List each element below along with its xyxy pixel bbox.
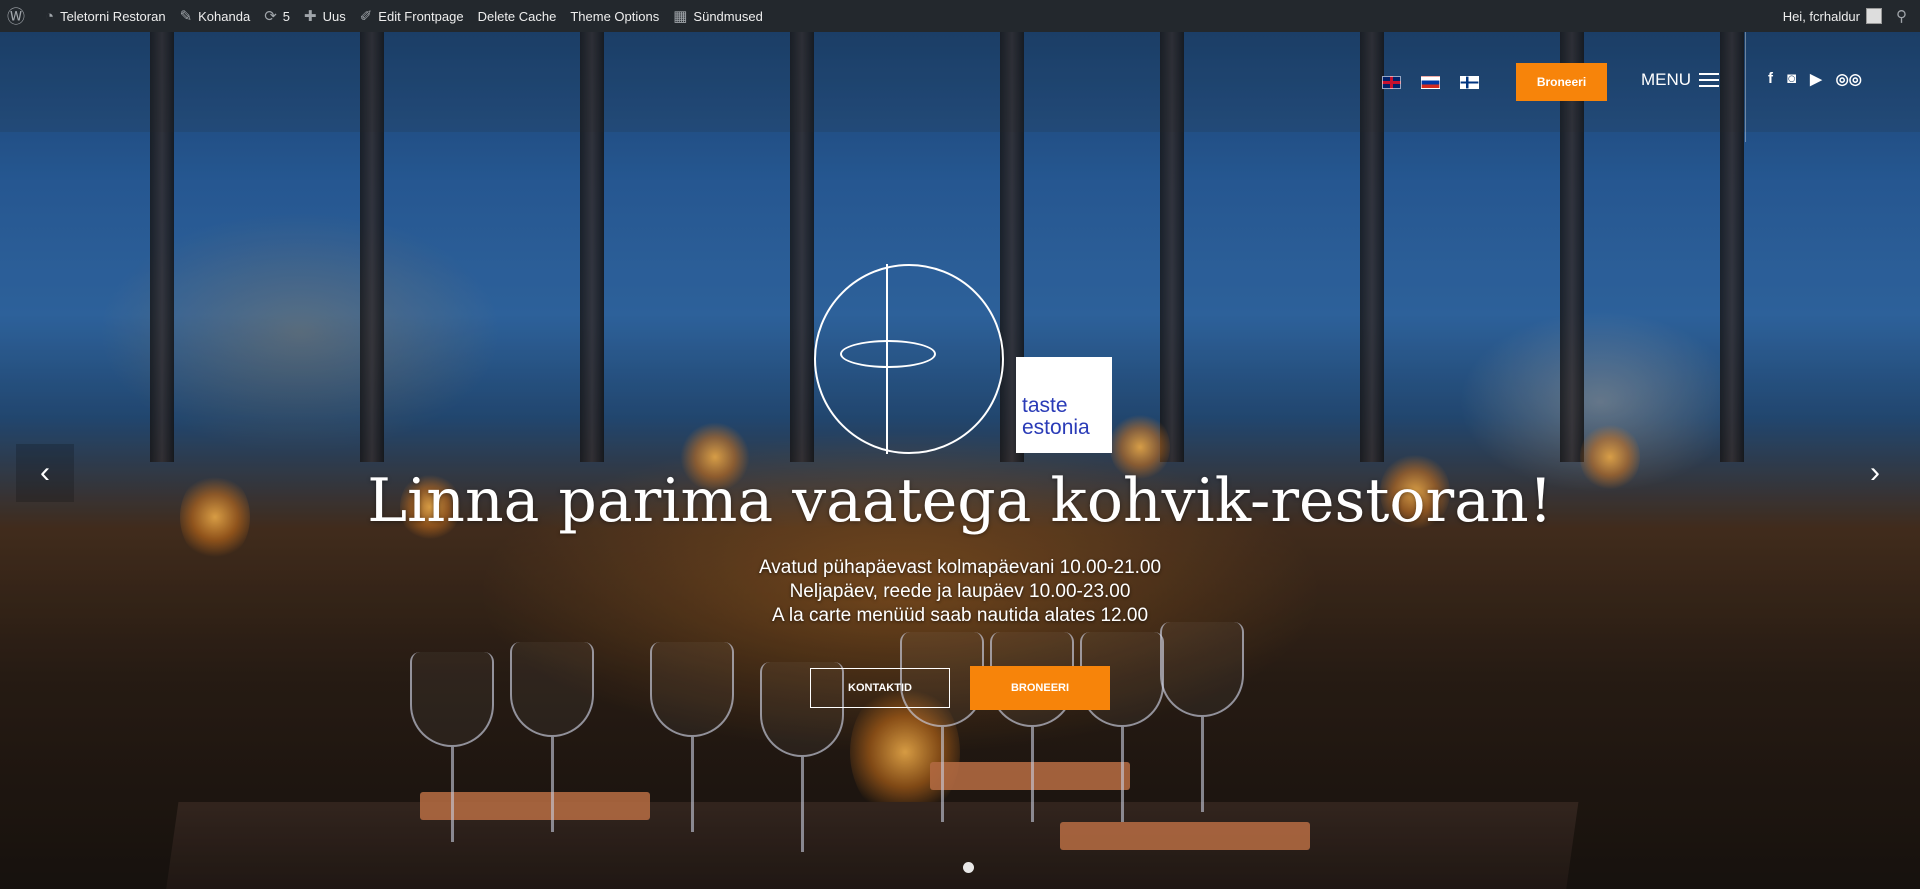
slide-headline: Linna parima vaatega kohvik-restoran! xyxy=(367,466,1553,536)
updates-link[interactable]: ⟳ 5 xyxy=(257,0,297,32)
wordpress-menu[interactable]: Ⓦ xyxy=(0,0,38,32)
events-link[interactable]: ▦ Sündmused xyxy=(666,0,770,32)
search-button[interactable]: ⚲ xyxy=(1889,0,1920,32)
prev-slide-button[interactable]: ‹ xyxy=(16,444,74,502)
facebook-icon[interactable]: f xyxy=(1768,70,1773,88)
flag-finnish-icon[interactable] xyxy=(1460,76,1479,89)
plus-icon: ✚ xyxy=(304,8,317,25)
tripadvisor-icon[interactable]: ◎◎ xyxy=(1836,70,1862,88)
theme-options-label: Theme Options xyxy=(570,8,660,24)
greeting-label: Hei, fcrhaldur xyxy=(1782,8,1860,24)
taste-estonia-logo: taste estonia xyxy=(1016,357,1112,453)
edit-frontpage-link[interactable]: ✐ Edit Frontpage xyxy=(353,0,471,32)
hours-line: Neljapäev, reede ja laupäev 10.00-23.00 xyxy=(789,581,1131,602)
edit-frontpage-label: Edit Frontpage xyxy=(378,8,464,24)
search-icon: ⚲ xyxy=(1896,8,1907,25)
account-menu[interactable]: Hei, fcrhaldur xyxy=(1776,0,1889,32)
partner-line2: estonia xyxy=(1022,416,1090,439)
calendar-icon: ▦ xyxy=(673,8,688,25)
wordpress-icon: Ⓦ xyxy=(7,7,25,27)
new-content-link[interactable]: ✚ Uus xyxy=(297,0,353,32)
hours-line: Avatud pühapäevast kolmapäevani 10.00-21… xyxy=(758,557,1162,578)
chevron-left-icon: ‹ xyxy=(40,456,50,489)
hero-slider xyxy=(0,32,1920,889)
dashboard-icon: ◔ xyxy=(45,7,55,25)
menu-toggle[interactable]: MENU xyxy=(1641,70,1720,90)
chevron-right-icon: › xyxy=(1870,456,1880,489)
brush-icon: ✎ xyxy=(179,8,193,25)
hours-line: A la carte menüüd saab nautida alates 12… xyxy=(771,605,1149,626)
slider-dot[interactable] xyxy=(963,862,974,873)
admin-bar: Ⓦ ◔ Teletorni Restoran ✎ Kohanda ⟳ 5 ✚ U… xyxy=(0,0,1920,32)
customize-link[interactable]: ✎ Kohanda xyxy=(173,0,258,32)
new-content-label: Uus xyxy=(322,8,346,24)
header-band xyxy=(0,32,1920,132)
delete-cache-link[interactable]: Delete Cache xyxy=(471,0,564,32)
hamburger-icon xyxy=(1699,73,1720,87)
language-switcher xyxy=(1382,76,1479,89)
header-divider xyxy=(1745,32,1746,142)
flag-english-icon[interactable] xyxy=(1382,76,1401,89)
logo-dish xyxy=(840,340,936,368)
pencil-icon: ✐ xyxy=(359,8,373,25)
hero-overlay xyxy=(0,32,1920,889)
theme-options-link[interactable]: Theme Options xyxy=(563,0,666,32)
menu-label: MENU xyxy=(1641,70,1692,89)
site-name-label: Teletorni Restoran xyxy=(60,8,166,24)
delete-cache-label: Delete Cache xyxy=(477,8,557,24)
youtube-icon[interactable]: ▶ xyxy=(1810,70,1822,88)
customize-label: Kohanda xyxy=(198,8,251,24)
updates-count: 5 xyxy=(282,8,291,24)
opening-hours: Avatud pühapäevast kolmapäevani 10.00-21… xyxy=(0,556,1920,628)
update-icon: ⟳ xyxy=(264,8,277,25)
events-label: Sündmused xyxy=(693,8,763,24)
social-links: f ◙ ▶ ◎◎ xyxy=(1768,70,1862,88)
book-button[interactable]: BRONEERI xyxy=(970,666,1110,710)
site-name-link[interactable]: ◔ Teletorni Restoran xyxy=(38,0,173,32)
contacts-button[interactable]: KONTAKTID xyxy=(810,668,950,708)
header-book-button[interactable]: Broneeri xyxy=(1516,63,1607,101)
flag-russian-icon[interactable] xyxy=(1421,76,1440,89)
avatar xyxy=(1866,8,1882,24)
partner-line1: taste xyxy=(1022,394,1068,417)
next-slide-button[interactable]: › xyxy=(1846,444,1904,502)
instagram-icon[interactable]: ◙ xyxy=(1787,70,1796,88)
